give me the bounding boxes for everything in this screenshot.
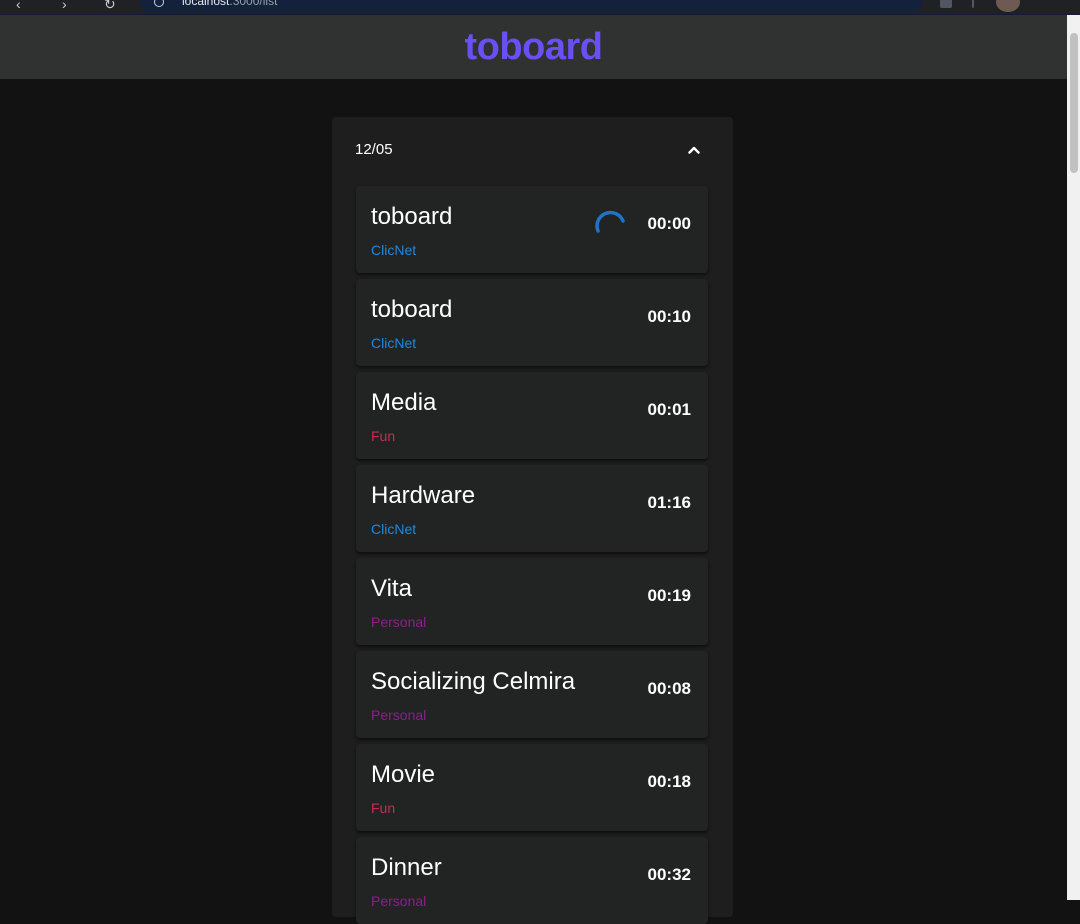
reload-icon[interactable]: ↻ <box>104 0 116 13</box>
entry-tag[interactable]: Personal <box>371 893 426 909</box>
entry-title: Movie <box>371 761 436 788</box>
entry-tag[interactable]: ClicNet <box>371 335 416 351</box>
entry-card[interactable]: toboard ClicNet 00:00 <box>356 186 708 273</box>
entry-title: toboard <box>371 203 453 230</box>
site-info-icon[interactable] <box>154 0 164 7</box>
entry-card[interactable]: Media Fun 00:01 <box>356 372 708 459</box>
entry-title: toboard <box>371 296 453 323</box>
app-title[interactable]: toboard <box>465 26 603 69</box>
browser-toolbar: ‹ › ↻ localhost:3000/list <box>0 0 1080 15</box>
chevron-up-icon[interactable] <box>688 144 700 156</box>
back-icon[interactable]: ‹ <box>16 0 21 12</box>
entry-title: Hardware <box>371 482 476 509</box>
entry-card[interactable]: Dinner Personal 00:32 <box>356 837 708 924</box>
day-group-date: 12/05 <box>355 141 393 158</box>
entry-duration: 00:00 <box>647 214 691 233</box>
entry-card[interactable]: Hardware ClicNet 01:16 <box>356 465 708 552</box>
entry-duration: 00:18 <box>647 772 691 791</box>
day-group-header[interactable]: 12/05 <box>332 117 733 181</box>
entry-card[interactable]: Socializing Celmira Personal 00:08 <box>356 651 708 738</box>
entry-duration: 01:16 <box>647 493 691 512</box>
profile-avatar[interactable] <box>996 0 1020 12</box>
entry-duration: 00:19 <box>647 586 691 605</box>
entry-title: Dinner <box>371 854 442 881</box>
day-group-panel: 12/05 toboard ClicNet 00:00 toboard ClicNet 0… <box>332 117 733 924</box>
entry-tag[interactable]: ClicNet <box>371 521 416 537</box>
address-bar[interactable]: localhost:3000/list <box>140 0 922 12</box>
entry-card[interactable]: Movie Fun 00:18 <box>356 744 708 831</box>
extension-icon[interactable] <box>940 0 952 8</box>
entry-duration: 00:08 <box>647 679 691 698</box>
app-header: toboard <box>0 15 1067 79</box>
entry-card[interactable]: toboard ClicNet 00:10 <box>356 279 708 366</box>
address-url: localhost:3000/list <box>182 0 277 8</box>
toolbar-divider <box>972 0 974 8</box>
entry-tag[interactable]: Fun <box>371 428 395 444</box>
entry-title: Vita <box>371 575 412 602</box>
entry-card[interactable]: Vita Personal 00:19 <box>356 558 708 645</box>
entry-duration: 00:01 <box>647 400 691 419</box>
url-host: localhost <box>182 0 230 8</box>
entry-tag[interactable]: Personal <box>371 707 426 723</box>
url-path: :3000/list <box>229 0 278 8</box>
page-scrollbar[interactable] <box>1067 15 1080 900</box>
loading-spinner-icon <box>595 210 625 233</box>
entry-title: Socializing Celmira <box>371 668 576 695</box>
entry-tag[interactable]: Fun <box>371 800 395 816</box>
entry-tag[interactable]: ClicNet <box>371 242 416 258</box>
entry-duration: 00:10 <box>647 307 691 326</box>
scrollbar-thumb[interactable] <box>1070 33 1078 173</box>
entry-tag[interactable]: Personal <box>371 614 426 630</box>
forward-icon[interactable]: › <box>62 0 67 12</box>
entry-title: Media <box>371 389 437 416</box>
entry-duration: 00:32 <box>647 865 691 884</box>
